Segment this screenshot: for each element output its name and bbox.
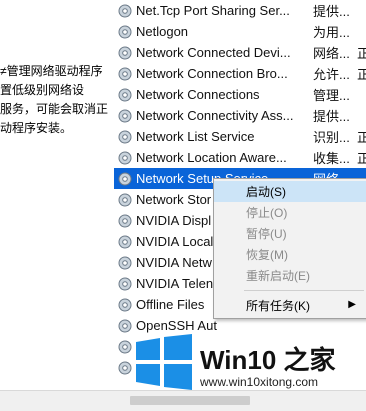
gear-icon [118, 151, 132, 164]
gear-icon [118, 130, 132, 143]
gear-icon [118, 25, 132, 38]
menu-item-start[interactable]: 启动(S) [214, 181, 366, 202]
gear-icon [118, 214, 132, 227]
menu-item-pause[interactable]: 暂停(U) [214, 223, 366, 244]
gear-icon [118, 88, 132, 101]
service-row[interactable]: Network Connection Bro...允许...正在 [114, 63, 366, 84]
windows-logo-icon [136, 334, 192, 390]
gear-icon [118, 235, 132, 248]
menu-item-resume[interactable]: 恢复(M) [214, 244, 366, 265]
logo-site: www.win10xitong.com [200, 375, 319, 389]
gear-icon [118, 109, 132, 122]
submenu-arrow-icon: ▶ [348, 299, 356, 310]
service-row[interactable]: Netlogon 为用... [114, 21, 366, 42]
gear-icon [118, 4, 132, 17]
gear-icon [118, 256, 132, 269]
menu-item-all-tasks-label: 所有任务(K) [246, 299, 310, 313]
service-row[interactable]: Net.Tcp Port Sharing Ser... 提供... [114, 0, 366, 21]
context-menu[interactable]: 启动(S) 停止(O) 暂停(U) 恢复(M) 重新启动(E) 所有任务(K) … [213, 178, 366, 319]
menu-item-restart[interactable]: 重新启动(E) [214, 265, 366, 286]
gear-icon [118, 46, 132, 59]
service-row[interactable]: Network Connections 管理... [114, 84, 366, 105]
gear-icon [118, 277, 132, 290]
logo-brand: Win10 之家 [200, 345, 336, 375]
gear-icon [118, 172, 132, 185]
service-row[interactable]: Network Location Aware...收集...正在 [114, 147, 366, 168]
gear-icon [118, 193, 132, 206]
service-row[interactable]: Network List Service识别...正在 [114, 126, 366, 147]
service-row[interactable]: Network Connected Devi...网络...正在 [114, 42, 366, 63]
service-description: ≠管理网络驱动程序 置低级别网络设 服务，可能会取消正 动程序安装。 [0, 64, 109, 135]
service-row[interactable]: Network Connectivity Ass... 提供... [114, 105, 366, 126]
menu-separator [244, 290, 364, 291]
menu-item-stop[interactable]: 停止(O) [214, 202, 366, 223]
gear-icon [118, 67, 132, 80]
menu-item-all-tasks[interactable]: 所有任务(K) ▶ [214, 295, 366, 316]
watermark-logo: Win10 之家 www.win10xitong.com [130, 330, 366, 410]
gear-icon [118, 298, 132, 311]
